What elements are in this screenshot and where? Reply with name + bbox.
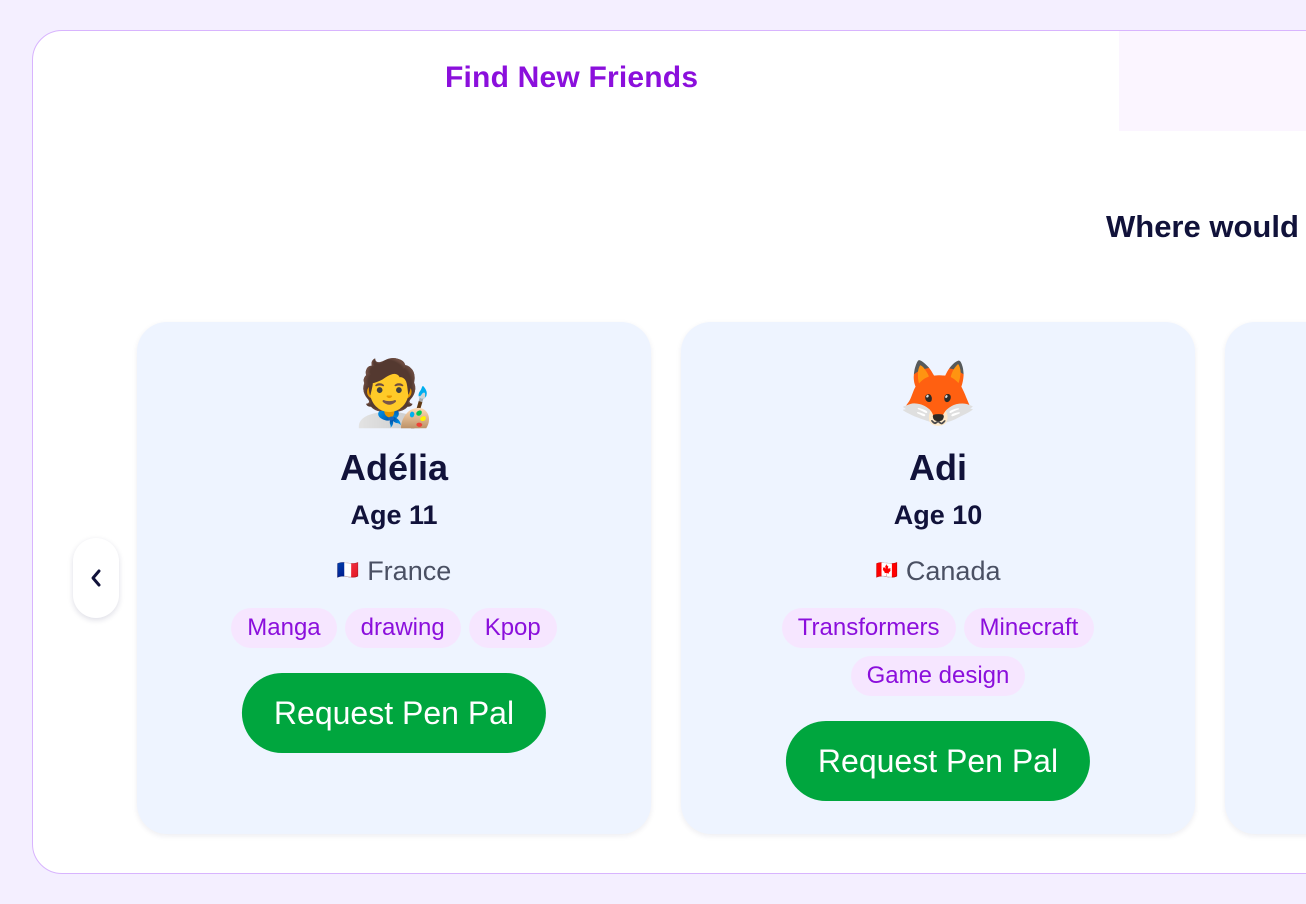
friend-age: Age 11 (350, 500, 438, 530)
friend-name: Adi (909, 447, 967, 488)
avatar: 🧑‍🎨 (354, 357, 434, 429)
interest-tag: Kpop (468, 608, 557, 648)
friend-card-partial (1225, 322, 1306, 834)
country-label: Canada (905, 556, 1001, 586)
chevron-left-icon (91, 569, 101, 587)
page-title: Find New Friends (445, 61, 699, 94)
interest-tags: Manga drawing Kpop (197, 608, 591, 648)
friend-country: 🇫🇷 France (137, 556, 651, 587)
interest-tags: Transformers Minecraft Game design (741, 608, 1135, 696)
interest-tag: Game design (850, 656, 1026, 696)
interest-tag: Manga (231, 608, 337, 648)
carousel-prev-button[interactable] (73, 538, 119, 618)
request-pen-pal-button[interactable]: Request Pen Pal (241, 673, 547, 753)
friend-age: Age 10 (893, 500, 983, 530)
interest-tag: drawing (344, 608, 461, 648)
header-corner-tint (1119, 31, 1306, 131)
avatar: 🦊 (898, 357, 978, 429)
interest-tags (1285, 608, 1306, 648)
friend-card: 🦊 Adi Age 10 🇨🇦 Canada Transformers Minec… (681, 322, 1195, 834)
request-pen-pal-button[interactable]: Request Pen Pal (785, 721, 1091, 801)
location-question: Where would (1106, 209, 1299, 244)
interest-tag: Minecraft (963, 608, 1095, 648)
friend-card: 🧑‍🎨 Adélia Age 11 🇫🇷 France Manga drawing… (137, 322, 651, 834)
country-label: France (367, 556, 452, 586)
find-friends-panel: Find New Friends Where would 🧑‍🎨 Adélia … (32, 30, 1306, 874)
friend-country: 🇨🇦 Canada (681, 556, 1195, 587)
flag-icon: 🇫🇷 (336, 560, 360, 580)
flag-icon: 🇨🇦 (875, 560, 898, 580)
friend-name: Adélia (339, 447, 449, 488)
interest-tag: Transformers (781, 608, 956, 648)
